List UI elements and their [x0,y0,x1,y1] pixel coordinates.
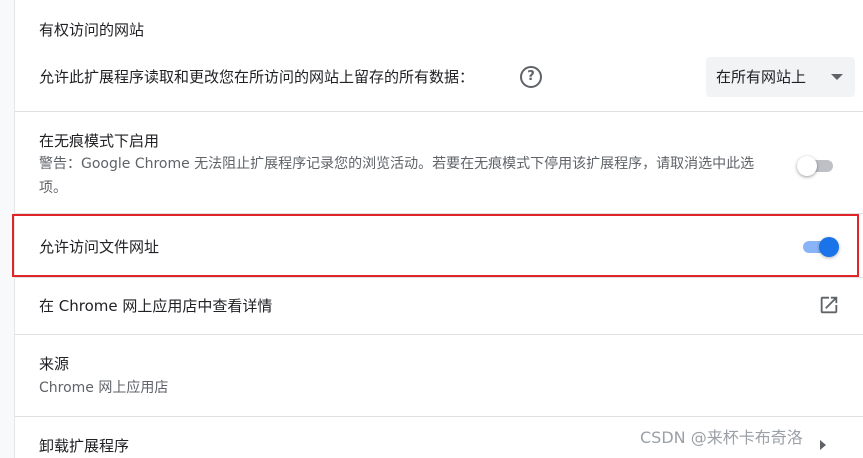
divider [15,277,863,278]
chevron-down-icon [831,74,843,80]
help-circle-icon[interactable]: ? [520,66,542,88]
highlight-box [12,214,859,277]
webstore-link-label[interactable]: 在 Chrome 网上应用店中查看详情 [39,297,272,315]
open-in-new-icon[interactable] [818,294,840,316]
incognito-warning: 警告：Google Chrome 无法阻止扩展程序记录您的浏览活动。若要在无痕模… [39,156,755,196]
divider [15,416,863,417]
site-access-select[interactable]: 在所有网站上 [706,57,855,97]
site-access-select-value: 在所有网站上 [716,68,807,86]
incognito-toggle[interactable] [797,156,835,176]
watermark: CSDN @来杯卡布奇洛 [640,428,803,447]
divider [15,111,863,112]
toggle-knob [797,156,817,176]
source-title: 来源 [39,355,70,373]
site-access-title: 有权访问的网站 [39,21,145,39]
divider [15,334,863,335]
site-access-description: 允许此扩展程序读取和更改您在所访问的网站上留存的所有数据： [39,68,475,86]
source-value: Chrome 网上应用店 [39,380,169,396]
uninstall-label[interactable]: 卸载扩展程序 [39,437,129,455]
chevron-right-icon[interactable] [820,440,826,450]
incognito-title: 在无痕模式下启用 [39,132,160,150]
